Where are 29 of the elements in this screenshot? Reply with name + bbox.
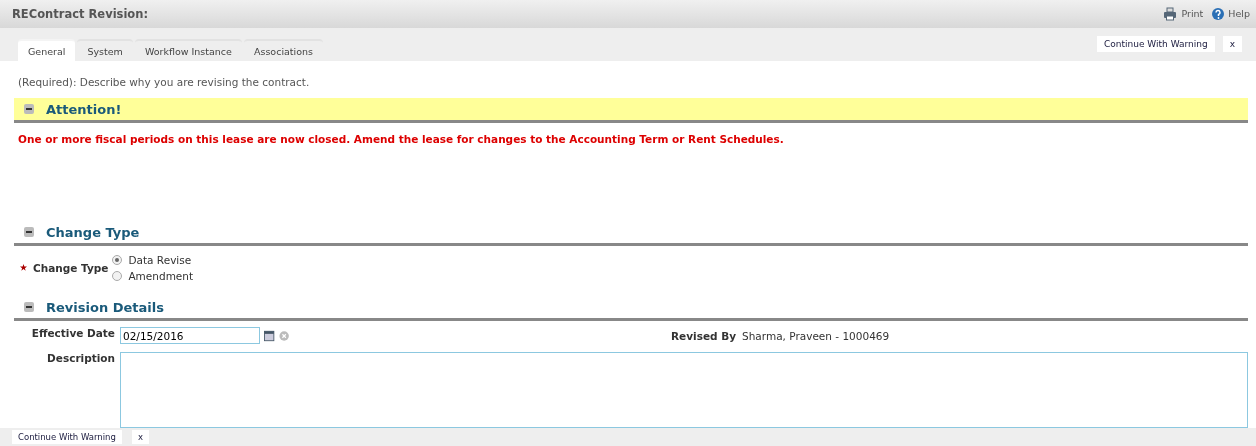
warning-message: One or more fiscal periods on this lease are now closed. Amend the lease for changes to the Accounting Term or Rent Schedules. — [18, 133, 784, 146]
printer-icon — [1162, 6, 1179, 21]
close-button[interactable]: x — [131, 430, 149, 445]
field-label: Change Type — [33, 261, 109, 274]
collapse-icon[interactable] — [24, 104, 34, 115]
tab[interactable]: General — [18, 39, 76, 62]
revised-by-value: Sharma, Praveen - 1000469 — [742, 329, 890, 342]
section-title: Change Type — [46, 224, 140, 240]
continue-button[interactable]: Continue With Warning — [12, 430, 122, 445]
close-button[interactable]: x — [1222, 36, 1242, 53]
print-link[interactable]: Print — [1162, 6, 1204, 21]
continue-button[interactable]: Continue With Warning — [1097, 36, 1215, 53]
radio-option[interactable]: Amendment — [112, 267, 194, 284]
date-field[interactable]: 02/15/2016 — [120, 327, 260, 345]
calendar-icon — [264, 328, 276, 343]
field-label: Effective Date — [30, 327, 116, 342]
description-field[interactable] — [120, 352, 1248, 429]
section-title: Revision Details — [46, 299, 164, 315]
clear-icon — [279, 328, 291, 343]
field-label: Revised By — [671, 329, 737, 342]
collapse-icon[interactable] — [24, 302, 34, 313]
window-title: REContract Revision: — [12, 6, 149, 21]
radio-option[interactable]: Data Revise — [112, 251, 194, 268]
help-icon — [1211, 6, 1226, 21]
help-link[interactable]: Help — [1211, 6, 1250, 21]
collapse-icon[interactable] — [24, 227, 34, 238]
field-label: Description — [46, 352, 116, 367]
instruction-text: (Required): Describe why you are revising the contract. — [18, 76, 311, 89]
section-title: Attention! — [46, 101, 122, 117]
